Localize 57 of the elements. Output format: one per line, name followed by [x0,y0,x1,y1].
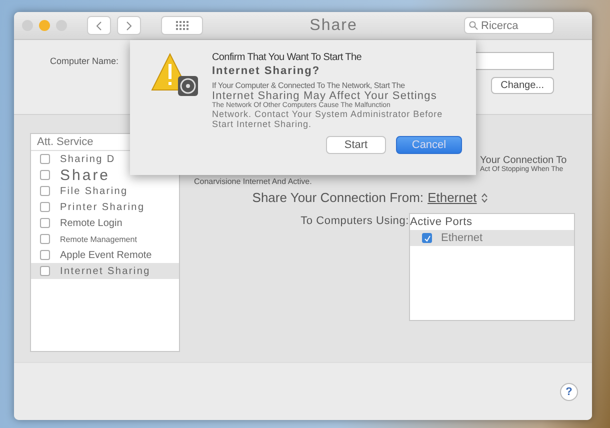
service-label: Remote Management [60,234,137,244]
port-label: Ethernet [441,232,483,244]
computer-name-label: Computer Name: [50,56,119,66]
minimize-icon[interactable] [39,20,50,31]
checkbox[interactable] [40,202,50,212]
dialog-message: Internet Sharing May Affect Your Settings [212,90,438,102]
checkbox[interactable] [40,154,50,164]
dialog-message: If Your Computer & Connected To The Network, Start The [212,81,406,90]
service-label: Remote Login [60,218,122,228]
service-row[interactable]: Remote Management [31,231,179,247]
port-row[interactable]: Ethernet [410,230,574,246]
description-text: Your Connection To [480,155,567,166]
service-label: File Sharing [60,186,128,196]
to-computers-label: To Computers Using: [300,214,409,229]
checkbox[interactable] [40,186,50,196]
zoom-icon[interactable] [56,20,67,31]
warning-gear-icon [150,52,200,98]
chevron-left-icon [96,20,102,30]
back-button[interactable] [87,16,111,35]
change-button[interactable]: Change... [490,77,554,94]
service-row[interactable]: Apple Event Remote [31,247,179,263]
service-row[interactable]: File Sharing [31,183,179,199]
checkbox[interactable] [40,250,50,260]
checkbox[interactable] [40,218,50,228]
search-icon [469,21,478,30]
dialog-button[interactable]: Start [326,136,386,154]
chevron-right-icon [126,20,132,30]
checkbox[interactable] [40,234,50,244]
share-from-label: Share Your Connection From: [252,190,424,205]
service-row[interactable]: Remote Login [31,215,179,231]
close-icon[interactable] [22,20,33,31]
dialog-subtitle: Internet Sharing? [212,65,322,77]
forward-button[interactable] [117,16,141,35]
checkbox[interactable] [40,170,50,180]
grid-icon [176,21,188,30]
connection-popup[interactable]: Ethernet [428,190,488,205]
dialog-message: Network. Contact Your System Administrator Before [212,109,444,119]
help-button[interactable]: ? [560,382,578,400]
service-row[interactable]: Share [31,167,179,183]
service-row[interactable]: Sharing D [31,151,179,167]
list-header: Active Ports [410,215,474,230]
service-row[interactable]: Internet Sharing [31,263,179,279]
search-field[interactable]: Ricerca [464,17,554,34]
dialog-title: Confirm That You Want To Start The [212,52,363,63]
show-all-button[interactable] [161,16,203,35]
service-label: Internet Sharing [60,266,150,276]
service-label: Sharing D [60,154,116,164]
checkbox[interactable] [40,266,50,276]
service-row[interactable]: Printer Sharing [31,199,179,215]
window-title: Share [308,16,358,34]
dialog-message: Start Internet Sharing. [212,119,313,129]
service-label: Printer Sharing [60,202,145,212]
checkbox[interactable] [422,233,432,243]
service-label: Share [60,166,110,184]
service-label: Apple Event Remote [60,250,152,260]
status-text: Conarvisione Internet And Active. [194,177,313,186]
stepper-icon [480,192,488,202]
